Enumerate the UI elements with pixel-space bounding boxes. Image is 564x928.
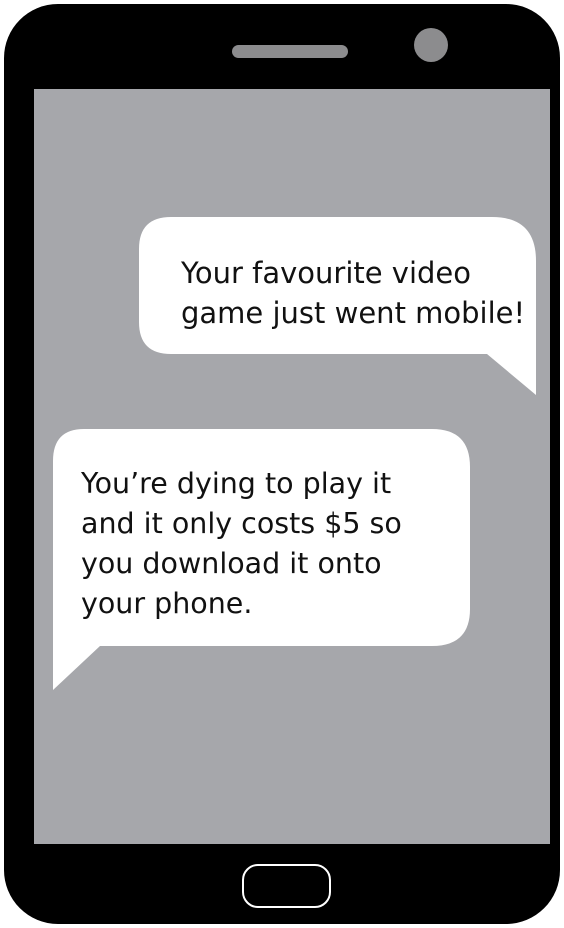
front-camera-icon	[414, 28, 448, 62]
message-text-right: Your favourite video game just went mobi…	[181, 256, 526, 330]
home-button-icon[interactable]	[242, 864, 331, 908]
message-text-left: You’re dying to play it and it only cost…	[81, 467, 402, 620]
phone-body: Your favourite video game just went mobi…	[4, 4, 560, 924]
speaker-grille-icon	[232, 45, 348, 58]
phone-screen: Your favourite video game just went mobi…	[34, 89, 550, 844]
